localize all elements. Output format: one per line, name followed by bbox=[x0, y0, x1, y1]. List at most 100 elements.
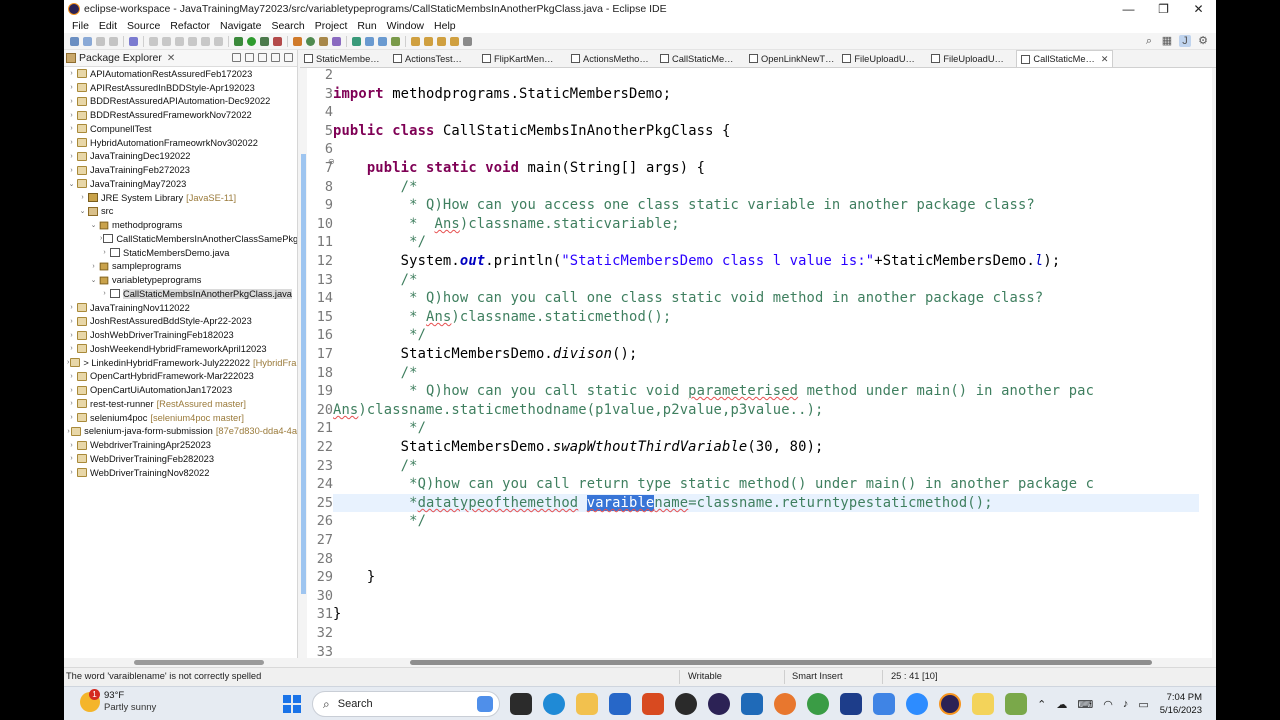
editor-tab[interactable]: CallStaticMe… ✕ bbox=[1016, 50, 1114, 67]
editor-tab[interactable]: FileUploadU… bbox=[927, 50, 1016, 67]
collapse-arrow-icon[interactable]: › bbox=[67, 304, 76, 311]
toggle-mark-icon[interactable] bbox=[365, 36, 374, 46]
tree-item[interactable]: ⌄ src bbox=[64, 205, 297, 219]
code-line[interactable]: /* bbox=[333, 364, 418, 383]
collapse-arrow-icon[interactable]: › bbox=[67, 98, 76, 105]
collapse-arrow-icon[interactable]: › bbox=[67, 112, 76, 119]
office-icon[interactable] bbox=[642, 693, 664, 715]
annotation-icon[interactable] bbox=[352, 36, 361, 46]
tree-item[interactable]: › JoshWebDriverTrainingFeb182023 bbox=[64, 328, 297, 342]
code-line[interactable]: * Ans)classname.staticmethod(); bbox=[333, 308, 671, 327]
tree-item[interactable]: ⌄ variabletypeprograms bbox=[64, 273, 297, 287]
editor-horizontal-scrollbar[interactable] bbox=[410, 660, 1152, 665]
collapse-arrow-icon[interactable]: › bbox=[67, 332, 76, 339]
tree-item[interactable]: ⌄ JavaTrainingMay72023 bbox=[64, 177, 297, 191]
keyboard-icon[interactable]: ⌨ bbox=[1077, 698, 1093, 711]
tree-item[interactable]: › JavaTrainingDec192022 bbox=[64, 150, 297, 164]
tree-item[interactable]: › JoshRestAssuredBddStyle-Apr22-2023 bbox=[64, 315, 297, 329]
code-line[interactable]: StaticMembersDemo.divison(); bbox=[333, 345, 638, 364]
debug-icon[interactable] bbox=[234, 36, 243, 46]
show-whitespace-icon[interactable] bbox=[378, 36, 387, 46]
menu-edit[interactable]: Edit bbox=[94, 20, 122, 32]
collapse-arrow-icon[interactable]: › bbox=[100, 290, 109, 297]
menu-project[interactable]: Project bbox=[310, 20, 353, 32]
collapse-arrow-icon[interactable]: › bbox=[67, 70, 76, 77]
maximize-button[interactable]: ❐ bbox=[1146, 0, 1181, 18]
clock[interactable]: 7:04 PM 5/16/2023 bbox=[1160, 691, 1202, 717]
collapse-arrow-icon[interactable]: › bbox=[67, 387, 76, 394]
view-menu-icon[interactable] bbox=[258, 53, 267, 62]
run-icon[interactable] bbox=[247, 36, 256, 46]
menu-source[interactable]: Source bbox=[122, 20, 165, 32]
tree-item[interactable]: › APIAutomationRestAssuredFeb172023 bbox=[64, 67, 297, 81]
tree-item[interactable]: › JavaTrainingFeb272023 bbox=[64, 163, 297, 177]
collapse-all-icon[interactable] bbox=[232, 53, 241, 62]
code-line[interactable]: StaticMembersDemo.swapWthoutThirdVariabl… bbox=[333, 438, 824, 457]
terminate-icon[interactable] bbox=[188, 36, 197, 46]
collapse-arrow-icon[interactable]: › bbox=[67, 167, 76, 174]
collapse-arrow-icon[interactable]: › bbox=[100, 235, 102, 242]
tree-item[interactable]: › BDDRestAssuredAPIAutomation-Dec92022 bbox=[64, 95, 297, 109]
code-area[interactable]: import methodprograms.StaticMembersDemo;… bbox=[333, 68, 1199, 658]
menu-window[interactable]: Window bbox=[382, 20, 429, 32]
step-into-icon[interactable] bbox=[201, 36, 210, 46]
package-explorer-scrollbar[interactable] bbox=[134, 660, 264, 665]
tree-item[interactable]: ⌄ methodprograms bbox=[64, 218, 297, 232]
collapse-arrow-icon[interactable]: › bbox=[89, 263, 98, 270]
collapse-arrow-icon[interactable]: › bbox=[67, 345, 76, 352]
editor-tab[interactable]: FileUploadU… bbox=[838, 50, 927, 67]
code-line[interactable]: * Q)how can you call static void paramet… bbox=[333, 382, 1094, 401]
code-line[interactable]: import methodprograms.StaticMembersDemo; bbox=[333, 85, 671, 104]
code-line[interactable]: /* bbox=[333, 271, 418, 290]
code-line[interactable]: } bbox=[333, 605, 341, 624]
close-window-button[interactable]: ✕ bbox=[1181, 0, 1216, 18]
editor-tab[interactable]: FlipKartMen… bbox=[478, 50, 567, 67]
tree-item[interactable]: › CallStaticMembersInAnotherClassSamePkg bbox=[64, 232, 297, 246]
maximize-view-icon[interactable] bbox=[284, 53, 293, 62]
menu-help[interactable]: Help bbox=[429, 20, 461, 32]
pin-editor-icon[interactable] bbox=[463, 36, 472, 46]
coverage-icon[interactable] bbox=[260, 36, 269, 46]
previous-annotation-icon[interactable] bbox=[424, 36, 433, 46]
resume-icon[interactable] bbox=[162, 36, 171, 46]
java-perspective-icon[interactable]: J bbox=[1179, 35, 1191, 47]
code-line[interactable]: */ bbox=[333, 512, 426, 531]
expand-arrow-icon[interactable]: ⌄ bbox=[78, 207, 87, 215]
snipping-tool-icon[interactable] bbox=[873, 693, 895, 715]
collapse-arrow-icon[interactable]: › bbox=[67, 469, 76, 476]
collapse-arrow-icon[interactable]: › bbox=[67, 153, 76, 160]
code-line[interactable]: /* bbox=[333, 457, 418, 476]
eclipse-taskbar-icon[interactable] bbox=[708, 693, 730, 715]
task-view-icon[interactable] bbox=[510, 693, 532, 715]
chevron-up-icon[interactable]: ⌃ bbox=[1037, 698, 1046, 711]
close-tab-icon[interactable]: ✕ bbox=[1101, 54, 1109, 65]
next-annotation-icon[interactable] bbox=[411, 36, 420, 46]
webex-icon[interactable] bbox=[840, 693, 862, 715]
collapse-arrow-icon[interactable]: › bbox=[67, 373, 76, 380]
file-explorer-icon[interactable] bbox=[576, 693, 598, 715]
link-with-editor-icon[interactable] bbox=[245, 53, 254, 62]
code-line[interactable]: /* bbox=[333, 178, 418, 197]
teams-icon[interactable] bbox=[609, 693, 631, 715]
editor-tab[interactable]: StaticMembe… bbox=[300, 50, 389, 67]
notepad-icon[interactable] bbox=[972, 693, 994, 715]
collapse-arrow-icon[interactable]: › bbox=[67, 139, 76, 146]
collapse-arrow-icon[interactable]: › bbox=[67, 125, 76, 132]
suspend-icon[interactable] bbox=[175, 36, 184, 46]
menu-run[interactable]: Run bbox=[352, 20, 381, 32]
tree-item[interactable]: › JoshWeekendHybridFrameworkApril12023 bbox=[64, 342, 297, 356]
collapse-arrow-icon[interactable]: › bbox=[67, 455, 76, 462]
tree-item[interactable]: › CallStaticMembsInAnotherPkgClass.java bbox=[64, 287, 297, 301]
tree-item[interactable]: › OpenCartUiAutomationJan172023 bbox=[64, 383, 297, 397]
collapse-arrow-icon[interactable]: › bbox=[67, 442, 76, 449]
toggle-breadcrumb-icon[interactable] bbox=[129, 36, 138, 46]
code-editor[interactable]: 2 3 4 5 6 7 8 9 10 11 12 13 14 15 16 17 18 19 20 21 22 23 24 25… bbox=[300, 68, 1212, 658]
tree-item[interactable]: › WebdriverTrainingApr252023 bbox=[64, 438, 297, 452]
tree-item[interactable]: › BDDRestAssuredFrameworkNov72022 bbox=[64, 108, 297, 122]
code-line[interactable]: * Q)How can you access one class static … bbox=[333, 196, 1035, 215]
package-explorer-title[interactable]: Package Explorer bbox=[79, 52, 162, 64]
code-line[interactable]: */ bbox=[333, 233, 426, 252]
code-line[interactable]: */ bbox=[333, 419, 426, 438]
taskbar-search-box[interactable]: ⌕ Search bbox=[312, 691, 500, 717]
expand-arrow-icon[interactable]: ⌄ bbox=[89, 276, 98, 284]
